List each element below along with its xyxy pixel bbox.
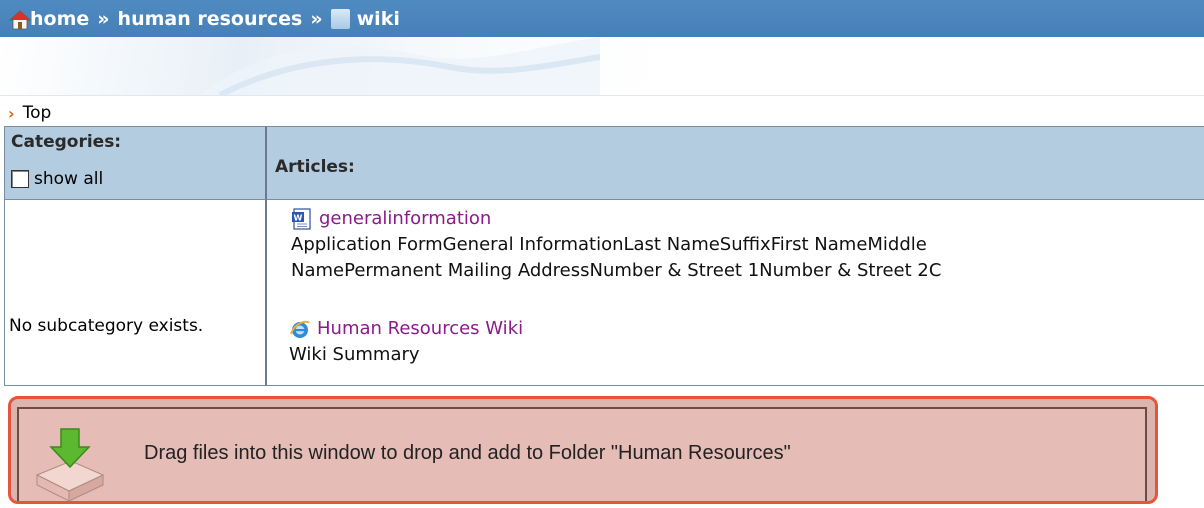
article-link-generalinformation[interactable]: generalinformation: [319, 206, 491, 232]
decorative-swirl: [200, 37, 600, 95]
drop-zone-instructions: Drag files into this window to drop and …: [144, 442, 791, 464]
drop-zone-inner[interactable]: Drag files into this window to drop and …: [17, 407, 1147, 501]
article-summary-continued: NamePermanent Mailing AddressNumber & St…: [291, 260, 942, 281]
categories-header-cell: Categories: show all: [4, 126, 267, 200]
content-table: Categories: show all Articles: No subcat…: [0, 126, 1204, 388]
svg-text:W: W: [294, 214, 303, 223]
breadcrumb-home[interactable]: home: [30, 8, 89, 30]
show-all-option[interactable]: show all: [11, 169, 103, 189]
breadcrumb-human-resources[interactable]: human resources: [118, 8, 303, 30]
wiki-icon: [330, 9, 350, 29]
categories-header: Categories:: [11, 132, 122, 152]
decorative-banner: [0, 37, 1204, 96]
show-all-label[interactable]: show all: [34, 169, 103, 189]
download-tray-icon: [35, 428, 105, 501]
word-document-icon[interactable]: W: [291, 208, 313, 230]
top-link[interactable]: › Top: [8, 101, 51, 125]
internet-explorer-icon[interactable]: [289, 318, 311, 340]
breadcrumb-separator: »: [310, 8, 323, 30]
drop-zone[interactable]: Drag files into this window to drop and …: [8, 396, 1158, 504]
article-summary: Wiki Summary: [289, 344, 420, 365]
breadcrumb: home » human resources » wiki: [30, 6, 400, 32]
no-subcategory-text: No subcategory exists.: [9, 316, 204, 336]
header-bar: home » human resources » wiki: [0, 0, 1204, 37]
article-summary: Application FormGeneral InformationLast …: [291, 234, 927, 255]
article-item: Human Resources Wiki Wiki Summary: [289, 316, 523, 368]
top-link-label[interactable]: Top: [23, 103, 52, 123]
breadcrumb-separator: »: [97, 8, 110, 30]
articles-header-cell: Articles:: [267, 126, 1204, 200]
show-all-checkbox[interactable]: [11, 170, 29, 188]
article-item: W generalinformation Application FormGen…: [291, 206, 941, 284]
article-link-human-resources-wiki[interactable]: Human Resources Wiki: [317, 316, 523, 342]
breadcrumb-wiki[interactable]: wiki: [357, 8, 400, 30]
articles-header: Articles:: [275, 157, 355, 177]
chevron-right-icon: ›: [8, 103, 15, 123]
categories-cell: No subcategory exists.: [4, 200, 267, 386]
home-icon[interactable]: [9, 10, 31, 30]
articles-cell: W generalinformation Application FormGen…: [267, 200, 1204, 386]
